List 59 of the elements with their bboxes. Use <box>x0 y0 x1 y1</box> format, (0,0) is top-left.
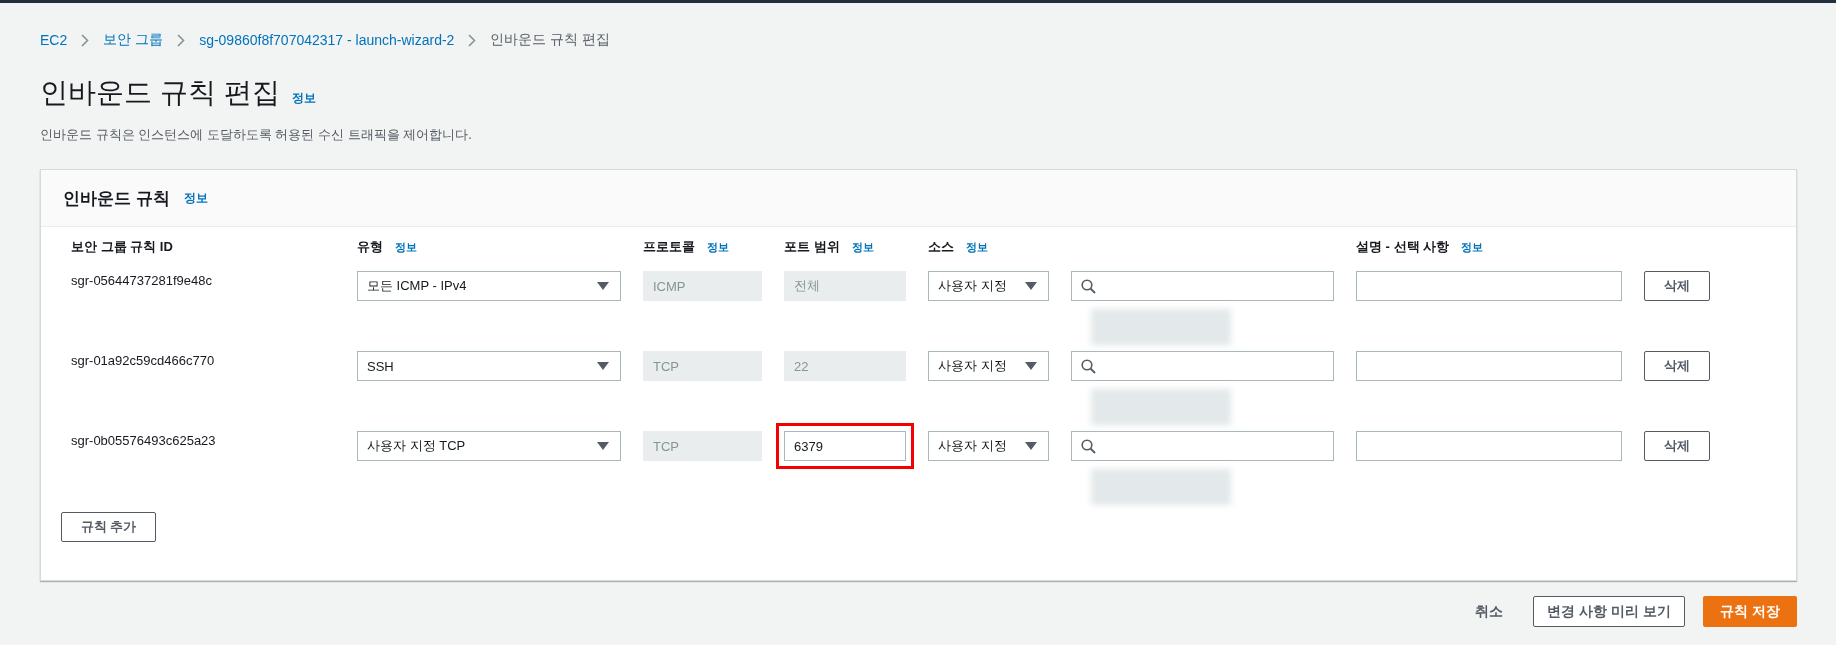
rule-id: sgr-0b05576493c625a23 <box>71 432 217 448</box>
type-select[interactable]: 모든 ICMP - IPv4 <box>357 271 621 301</box>
preview-button[interactable]: 변경 사항 미리 보기 <box>1533 596 1685 627</box>
column-header: 프로토콜 <box>643 238 695 256</box>
page-title: 인바운드 규칙 편집 <box>40 76 280 110</box>
breadcrumb-link[interactable]: 보안 그룹 <box>103 31 164 49</box>
info-link[interactable]: 정보 <box>183 189 208 207</box>
search-icon <box>1081 278 1096 294</box>
description-field[interactable] <box>1356 271 1622 301</box>
breadcrumb-link[interactable]: sg-09860f8f707042317 - launch-wizard-2 <box>199 32 455 48</box>
cancel-button[interactable]: 취소 <box>1463 602 1515 621</box>
caret-down-icon <box>1025 362 1037 370</box>
info-link[interactable]: 정보 <box>291 90 316 107</box>
caret-down-icon <box>1025 282 1037 290</box>
delete-button[interactable]: 삭제 <box>1644 271 1710 301</box>
search-field[interactable] <box>1071 351 1334 381</box>
column-header: 보안 그룹 규칙 ID <box>71 238 173 256</box>
page-description: 인바운드 규칙은 인스턴스에 도달하도록 허용된 수신 트래픽을 제어합니다. <box>40 126 473 144</box>
search-icon <box>1081 438 1096 454</box>
info-link[interactable]: 정보 <box>851 239 874 255</box>
add-rule-button[interactable]: 규칙 추가 <box>61 512 156 542</box>
rule-id: sgr-05644737281f9e48c <box>71 272 213 288</box>
chevron-right-icon <box>177 33 186 47</box>
info-link[interactable]: 정보 <box>966 239 988 255</box>
info-link[interactable]: 정보 <box>1461 239 1484 255</box>
column-header: 소스 <box>928 238 954 256</box>
search-icon <box>1081 358 1096 374</box>
caret-down-icon <box>1025 442 1037 450</box>
info-link[interactable]: 정보 <box>395 239 417 255</box>
description-field[interactable] <box>1356 351 1622 381</box>
column-header: 포트 범위 <box>784 238 840 256</box>
description-field[interactable] <box>1356 431 1622 461</box>
search-field[interactable] <box>1071 271 1334 301</box>
type-select[interactable]: 사용자 지정 TCP <box>357 431 621 461</box>
caret-down-icon <box>597 362 609 370</box>
chevron-right-icon <box>468 33 477 47</box>
search-field[interactable] <box>1071 431 1334 461</box>
source-select[interactable]: 사용자 지정 <box>928 271 1049 301</box>
column-header: 설명 - 선택 사항 <box>1356 238 1450 256</box>
protocol-field: TCP <box>643 351 762 381</box>
delete-button[interactable]: 삭제 <box>1644 431 1710 461</box>
source-select[interactable]: 사용자 지정 <box>928 431 1049 461</box>
caret-down-icon <box>597 442 609 450</box>
breadcrumb-current: 인바운드 규칙 편집 <box>490 31 611 49</box>
chevron-right-icon <box>81 33 90 47</box>
port-field[interactable]: 6379 <box>784 431 906 461</box>
caret-down-icon <box>597 282 609 290</box>
port-field: 전체 <box>784 271 906 301</box>
port-field: 22 <box>784 351 906 381</box>
panel-title: 인바운드 규칙 <box>63 187 170 210</box>
column-header: 유형 <box>357 238 383 256</box>
info-link[interactable]: 정보 <box>707 239 729 255</box>
rule-id: sgr-01a92c59cd466c770 <box>71 352 216 368</box>
breadcrumb-link[interactable]: EC2 <box>40 32 68 48</box>
source-select[interactable]: 사용자 지정 <box>928 351 1049 381</box>
protocol-field: TCP <box>643 431 762 461</box>
type-select[interactable]: SSH <box>357 351 621 381</box>
protocol-field: ICMP <box>643 271 762 301</box>
delete-button[interactable]: 삭제 <box>1644 351 1710 381</box>
